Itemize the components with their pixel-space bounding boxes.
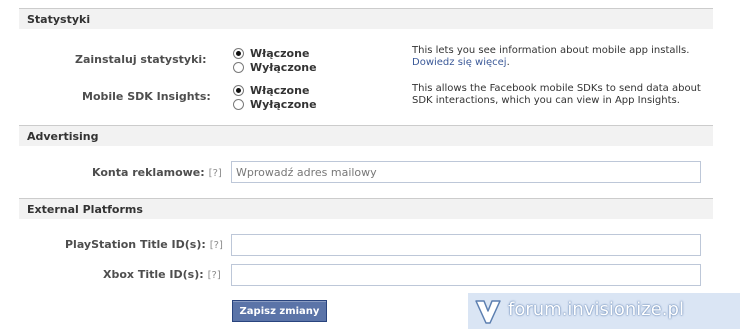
install-stats-option-off[interactable]: Wyłączone bbox=[233, 61, 317, 75]
playstation-title-id-input[interactable] bbox=[231, 234, 701, 256]
help-icon[interactable]: [?] bbox=[209, 168, 222, 179]
section-header-stats: Statystyki bbox=[19, 8, 713, 29]
section-header-external-platforms: External Platforms bbox=[19, 198, 713, 219]
ad-accounts-label: Konta reklamowe: [?] bbox=[92, 166, 222, 179]
xbox-label-text: Xbox Title ID(s): bbox=[103, 268, 204, 281]
radio-label: Wyłączone bbox=[250, 61, 317, 74]
section-title: Advertising bbox=[27, 130, 99, 143]
watermark: forum.invisionize.pl bbox=[468, 293, 740, 329]
install-stats-label: Zainstaluj statystyki: bbox=[75, 53, 207, 66]
install-stats-option-on[interactable]: Włączone bbox=[233, 47, 309, 61]
xbox-title-id-label: Xbox Title ID(s): [?] bbox=[103, 268, 221, 281]
radio-label: Wyłączone bbox=[250, 98, 317, 111]
xbox-title-id-input[interactable] bbox=[231, 264, 701, 286]
ad-accounts-label-text: Konta reklamowe: bbox=[92, 166, 205, 179]
install-stats-description: This lets you see information about mobi… bbox=[412, 45, 712, 69]
playstation-label-text: PlayStation Title ID(s): bbox=[65, 238, 206, 251]
section-title: Statystyki bbox=[27, 13, 91, 26]
link-suffix: . bbox=[506, 57, 510, 68]
radio-checked-icon[interactable] bbox=[233, 48, 244, 59]
radio-unchecked-icon[interactable] bbox=[233, 99, 244, 110]
radio-unchecked-icon[interactable] bbox=[233, 62, 244, 73]
help-icon[interactable]: [?] bbox=[208, 270, 221, 281]
help-icon[interactable]: [?] bbox=[210, 240, 223, 251]
learn-more-link[interactable]: Dowiedz się więcej bbox=[412, 57, 507, 68]
section-title: External Platforms bbox=[27, 203, 143, 216]
ad-accounts-email-input[interactable] bbox=[231, 161, 701, 183]
radio-label: Włączone bbox=[250, 47, 310, 60]
radio-label: Włączone bbox=[250, 84, 310, 97]
forum-logo-icon bbox=[475, 300, 501, 324]
sdk-insights-label: Mobile SDK Insights: bbox=[82, 90, 211, 103]
description-text: This lets you see information about mobi… bbox=[412, 45, 690, 56]
playstation-title-id-label: PlayStation Title ID(s): [?] bbox=[65, 238, 223, 251]
sdk-insights-description: This allows the Facebook mobile SDKs to … bbox=[412, 83, 701, 106]
sdk-insights-option-off[interactable]: Wyłączone bbox=[233, 98, 317, 112]
sdk-insights-option-on[interactable]: Włączone bbox=[233, 84, 309, 98]
watermark-text: forum.invisionize.pl bbox=[508, 299, 684, 320]
section-header-advertising: Advertising bbox=[19, 125, 713, 146]
radio-checked-icon[interactable] bbox=[233, 85, 244, 96]
save-changes-button[interactable]: Zapisz zmiany bbox=[232, 300, 327, 322]
